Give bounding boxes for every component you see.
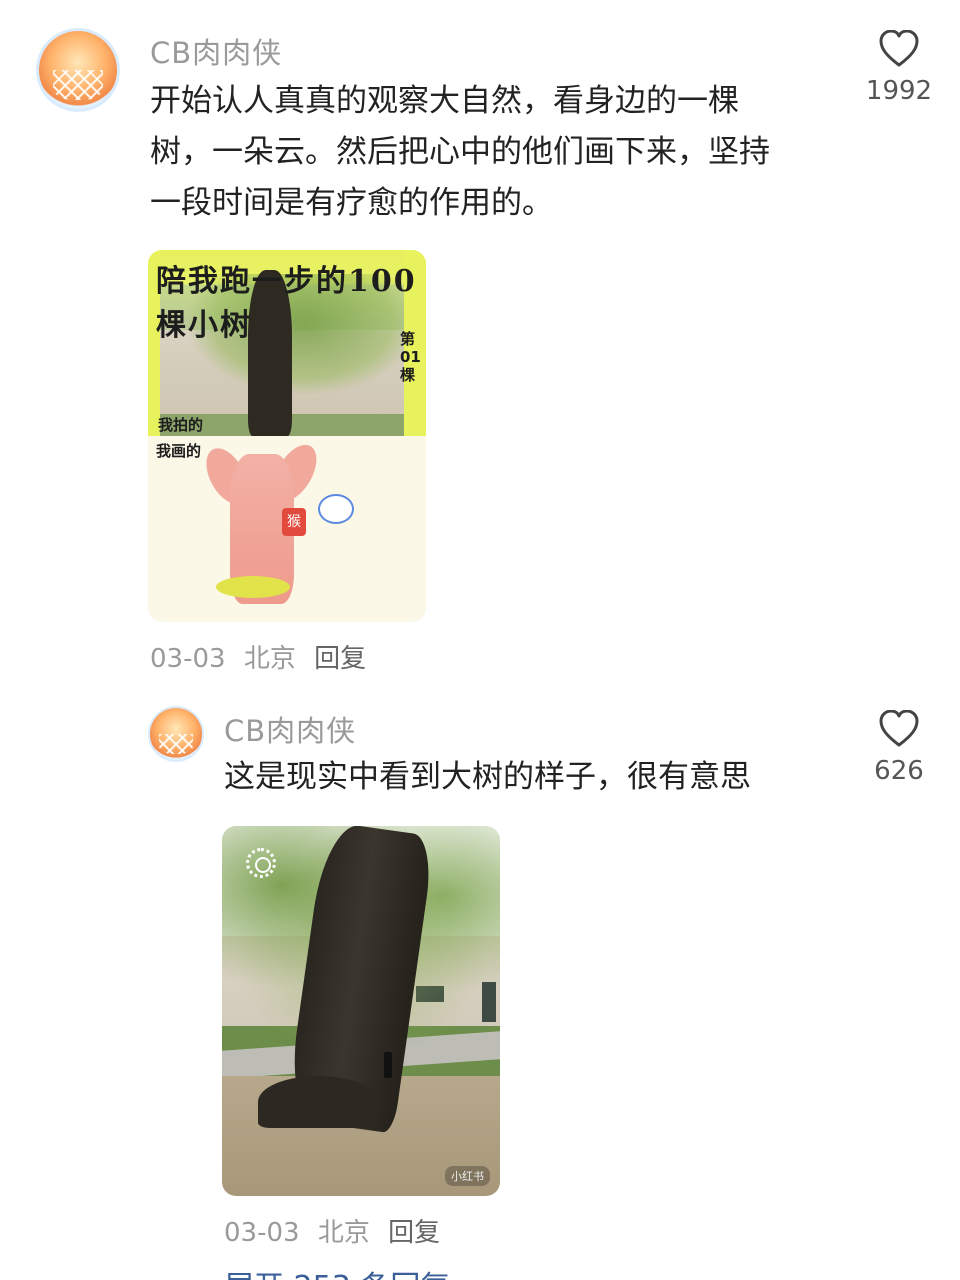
reply-button[interactable]: 回复: [388, 1218, 440, 1248]
comment-meta: 03-03 北京 回复: [150, 638, 376, 675]
reply-button[interactable]: 回复: [314, 644, 366, 674]
live-photo-icon[interactable]: [246, 848, 276, 878]
photo-label: 我拍的: [158, 416, 204, 434]
basketball-net-graphic: [159, 734, 193, 754]
username[interactable]: CB肉肉侠: [150, 30, 282, 72]
comment-text-line: 一段时间是有疗愈的作用的。: [150, 185, 553, 221]
like-count: 626: [874, 756, 924, 786]
comment-date: 03-03: [150, 644, 226, 674]
expand-replies-link[interactable]: 展开 253 条回复: [224, 1262, 450, 1280]
basketball-net-graphic: [53, 70, 103, 100]
like-count: 1992: [865, 76, 933, 106]
collage-title: 陪我跑一步的100棵小树: [156, 264, 417, 343]
drawn-badge: 猴: [282, 508, 306, 536]
avatar[interactable]: [148, 706, 204, 762]
comment-location: 北京: [243, 644, 296, 674]
heart-outline-icon: [879, 30, 919, 67]
comment-image[interactable]: 陪我跑一步的100棵小树 第01棵 我拍的 我画的 猴: [148, 250, 426, 622]
comment-location: 北京: [317, 1218, 370, 1248]
comment-text-line: 开始认人真真的观察大自然，看身边的一棵: [150, 83, 739, 119]
drawn-bird: [318, 494, 354, 524]
comment-image[interactable]: 小红书: [222, 826, 500, 1196]
drawing-half: 我画的 猴: [148, 436, 426, 622]
comment: CB肉肉侠 开始认人真真的观察大自然，看身边的一棵 树，一朵云。然后把心中的他们…: [0, 0, 960, 680]
heart-outline-icon: [879, 710, 919, 747]
username[interactable]: CB肉肉侠: [224, 708, 356, 750]
comment: CB肉肉侠 这是现实中看到大树的样子，很有意思 626 小红书 03-03 北京…: [0, 690, 960, 1260]
comment-text: 开始认人真真的观察大自然，看身边的一棵 树，一朵云。然后把心中的他们画下来，坚持…: [150, 76, 840, 229]
drawing-label: 我画的: [156, 442, 202, 460]
avatar[interactable]: [36, 28, 120, 112]
watermark: 小红书: [445, 1166, 490, 1186]
like-button[interactable]: 1992: [854, 30, 944, 106]
comment-meta: 03-03 北京 回复: [224, 1212, 450, 1249]
comment-text: 这是现实中看到大树的样子，很有意思: [224, 759, 751, 795]
comment-date: 03-03: [224, 1218, 300, 1248]
like-button[interactable]: 626: [854, 710, 944, 786]
comment-text-line: 树，一朵云。然后把心中的他们画下来，坚持: [150, 134, 770, 170]
photo-half: 陪我跑一步的100棵小树 第01棵 我拍的: [148, 250, 426, 436]
collage-side-label: 第01棵: [400, 330, 421, 384]
